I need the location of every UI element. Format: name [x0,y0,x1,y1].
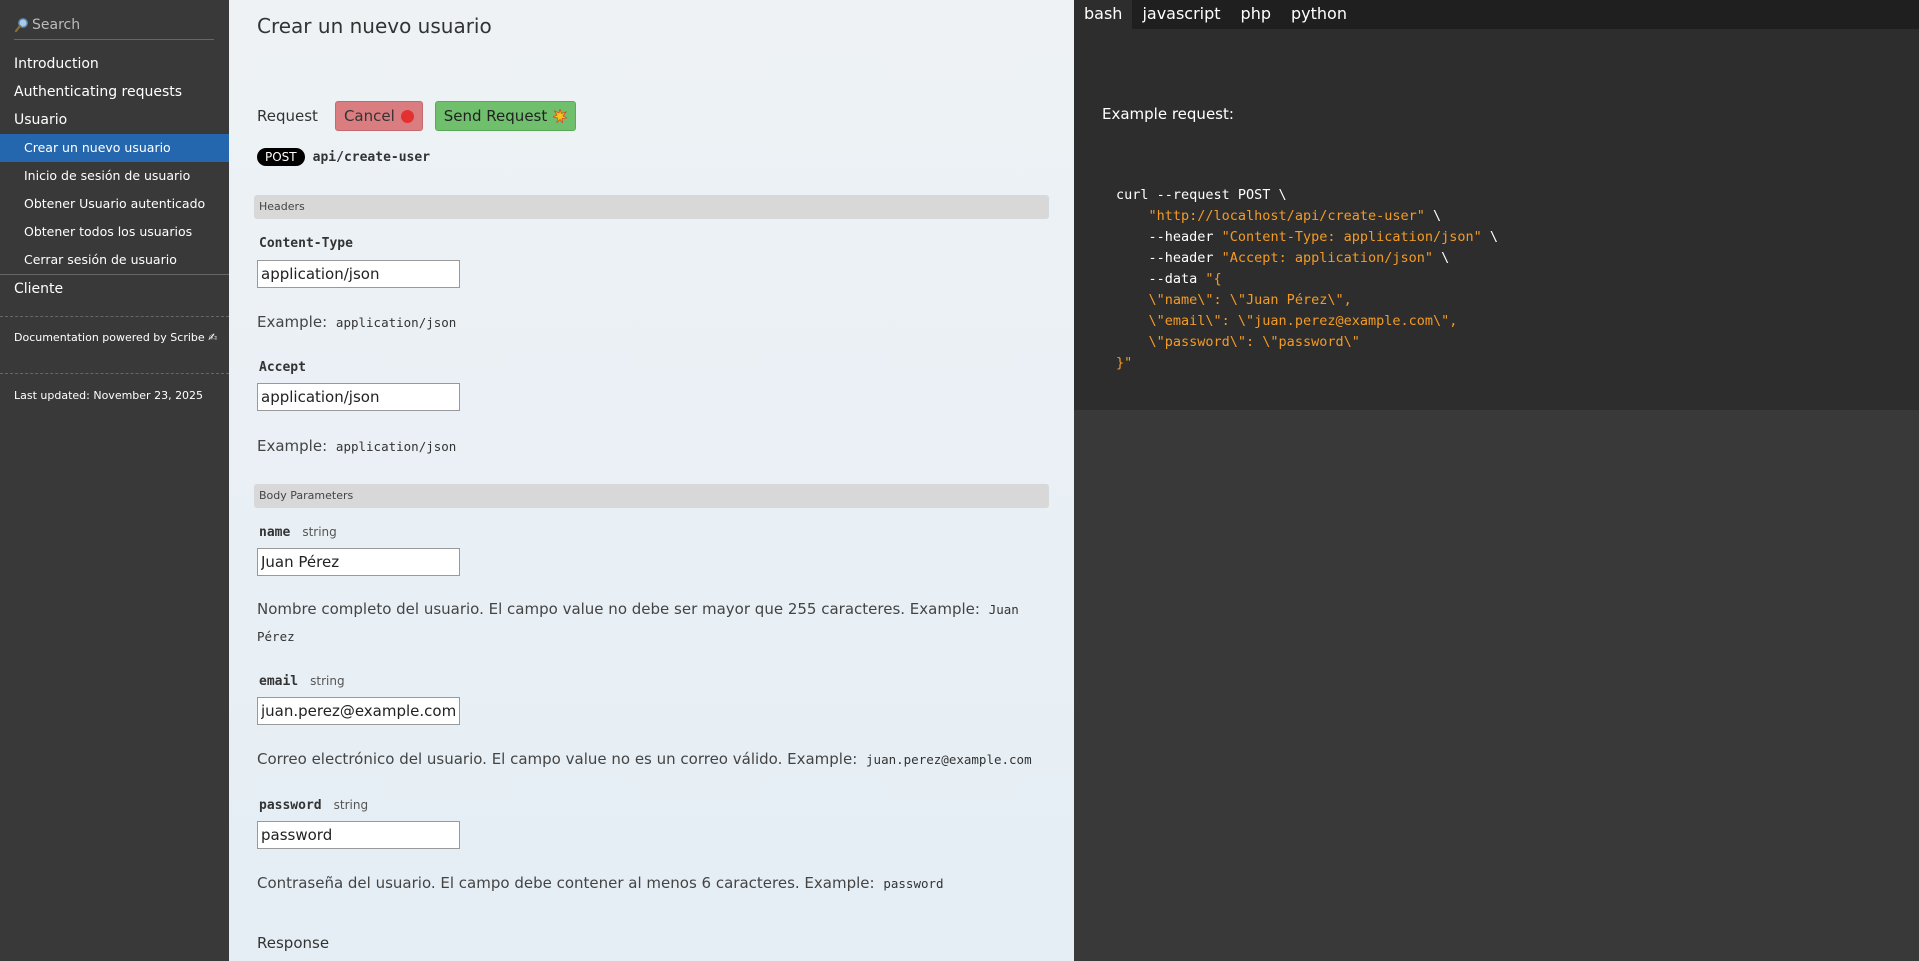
code-line: --header "Accept: application/json" \ [1116,250,1450,266]
code-line: }" [1116,355,1133,371]
sidebar-item-obtener-usuario-autenticado[interactable]: Obtener Usuario autenticado [0,190,229,218]
tab-bash[interactable]: bash [1074,0,1133,29]
accept-example: Example: application/json [257,437,457,455]
cancel-button-label: Cancel [343,107,395,125]
param-type: string [310,674,345,688]
code-line: \"name\": \"Juan Pérez\", [1148,292,1352,308]
code-line: \"password\": \"password\" [1148,334,1360,350]
stop-icon [400,109,414,123]
last-updated: Last updated: November 23, 2025 [14,389,204,402]
tab-content-strip [1074,29,1919,81]
language-tabs: bash javascript php python [1074,0,1919,29]
content-type-input[interactable] [257,260,460,288]
param-password: password string [259,798,369,813]
param-name: name string [259,525,337,540]
sidebar: Introduction Authenticating requests Usu… [0,0,229,961]
sidebar-subgroup-usuario: Crear un nuevo usuario Inicio de sesión … [0,134,229,275]
code-panel: bash javascript php python Example reque… [1074,0,1919,961]
response-heading: Response [257,934,330,952]
page-title: Crear un nuevo usuario [257,14,492,38]
endpoint: POST api/create-user [257,148,430,166]
sidebar-item-authenticating-requests[interactable]: Authenticating requests [0,78,229,106]
sidebar-item-introduction[interactable]: Introduction [0,50,229,78]
code-line: \"email\": \"juan.perez@example.com\", [1148,313,1458,329]
sidebar-nav: Introduction Authenticating requests Usu… [0,50,229,303]
name-description: Nombre completo del usuario. El campo va… [257,600,1019,644]
send-request-button[interactable]: Send Request [434,101,577,131]
tab-python[interactable]: python [1281,0,1357,29]
sidebar-item-cerrar-sesion[interactable]: Cerrar sesión de usuario [0,246,229,274]
header-name-content-type: Content-Type [259,236,353,251]
powered-by-link[interactable]: Documentation powered by Scribe ✍ [14,331,217,344]
header-name-accept: Accept [259,360,306,375]
sidebar-item-crear-usuario[interactable]: Crear un nuevo usuario [0,134,229,162]
code-line: "http://localhost/api/create-user" \ [1148,208,1442,224]
sidebar-divider [0,373,229,374]
headers-section-header: Headers [254,195,1049,219]
name-input[interactable] [257,548,460,576]
sidebar-divider [0,316,229,317]
param-type: string [302,525,337,539]
example-request-block: Example request: curl --request POST \ "… [1074,81,1919,410]
param-email: email string [259,674,345,689]
code-line: curl --request POST \ [1116,187,1287,203]
request-row: Request Cancel Send Request [257,101,577,131]
sidebar-item-obtener-todos-usuarios[interactable]: Obtener todos los usuarios [0,218,229,246]
body-params-section-header: Body Parameters [254,484,1049,508]
search-box [14,10,214,40]
send-button-label: Send Request [443,107,548,125]
content-type-example: Example: application/json [257,313,457,331]
curl-code: curl --request POST \ "http://localhost/… [1116,185,1498,374]
search-input[interactable] [32,16,202,33]
sidebar-item-inicio-sesion[interactable]: Inicio de sesión de usuario [0,162,229,190]
request-label: Request [257,107,318,125]
accept-input[interactable] [257,383,460,411]
sidebar-item-cliente[interactable]: Cliente [0,275,229,303]
password-description: Contraseña del usuario. El campo debe co… [257,874,944,892]
cancel-button[interactable]: Cancel [334,101,423,131]
method-badge: POST [257,148,305,166]
main-content: Crear un nuevo usuario Request Cancel Se… [229,0,1074,961]
search-icon [14,17,30,33]
example-request-label: Example request: [1102,105,1234,123]
sidebar-item-usuario[interactable]: Usuario [0,106,229,134]
email-description: Correo electrónico del usuario. El campo… [257,750,1032,768]
code-line: --data "{ [1116,271,1222,287]
password-input[interactable] [257,821,460,849]
tab-javascript[interactable]: javascript [1132,0,1230,29]
param-type: string [333,798,369,812]
code-line: --header "Content-Type: application/json… [1116,229,1499,245]
collision-icon [552,107,569,125]
email-input[interactable] [257,697,460,725]
tab-php[interactable]: php [1231,0,1281,29]
endpoint-path: api/create-user [312,149,431,165]
